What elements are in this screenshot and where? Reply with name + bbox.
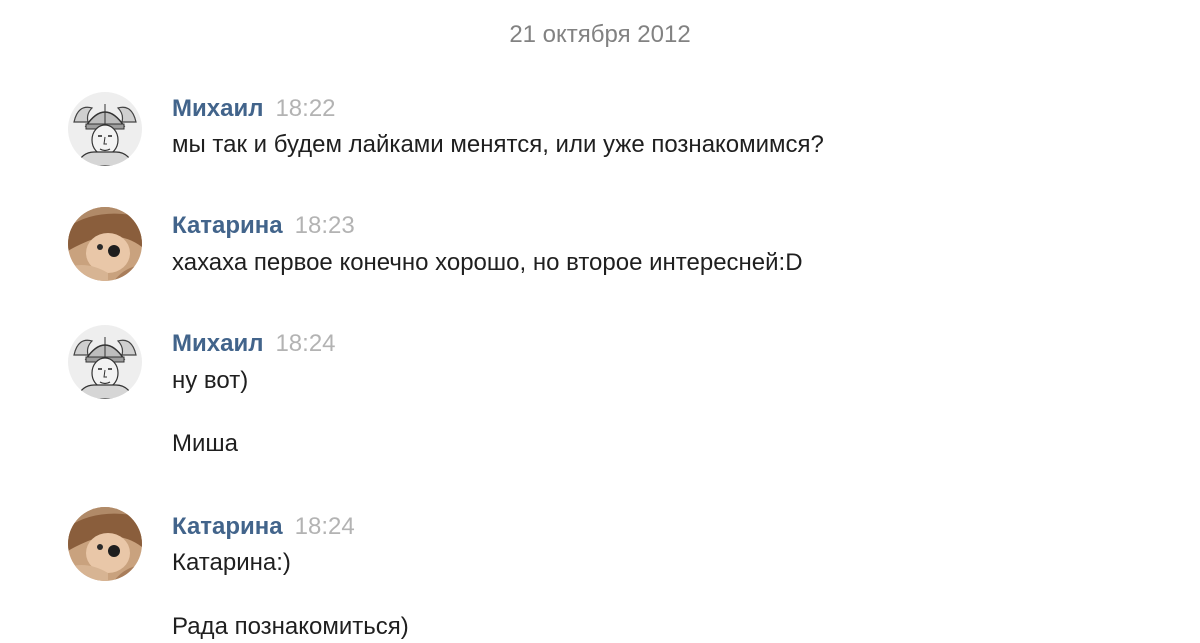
author-name-link[interactable]: Катарина <box>172 513 283 540</box>
avatar[interactable] <box>68 325 142 399</box>
message-time[interactable]: 18:23 <box>295 212 355 239</box>
message-header: Михаил 18:22 <box>172 92 336 126</box>
message-text: ну вот) <box>172 367 249 394</box>
avatar[interactable] <box>68 207 142 281</box>
viking-helmet-portrait-avatar-icon <box>68 325 142 399</box>
message-text: хахаха первое конечно хорошо, но второе … <box>172 249 803 276</box>
message-header: Катарина 18:23 <box>172 209 355 243</box>
message-time[interactable]: 18:24 <box>275 330 335 357</box>
woman-with-sunglasses-photo-avatar-icon <box>68 507 142 581</box>
avatar[interactable] <box>68 507 142 581</box>
author-name-link[interactable]: Катарина <box>172 212 283 239</box>
date-divider: 21 октября 2012 <box>509 21 691 48</box>
message-time[interactable]: 18:22 <box>275 95 335 122</box>
message-header: Михаил 18:24 <box>172 327 336 361</box>
message-text: Катарина:) <box>172 549 291 576</box>
message-time[interactable]: 18:24 <box>295 513 355 540</box>
message-text: Миша <box>172 430 238 457</box>
message-text: мы так и будем лайками менятся, или уже … <box>172 131 824 158</box>
woman-with-sunglasses-photo-avatar-icon <box>68 207 142 281</box>
author-name-link[interactable]: Михаил <box>172 330 263 357</box>
message-header: Катарина 18:24 <box>172 510 355 544</box>
avatar[interactable] <box>68 92 142 166</box>
viking-helmet-portrait-avatar-icon <box>68 92 142 166</box>
message-text: Рада познакомиться) <box>172 613 409 640</box>
author-name-link[interactable]: Михаил <box>172 95 263 122</box>
